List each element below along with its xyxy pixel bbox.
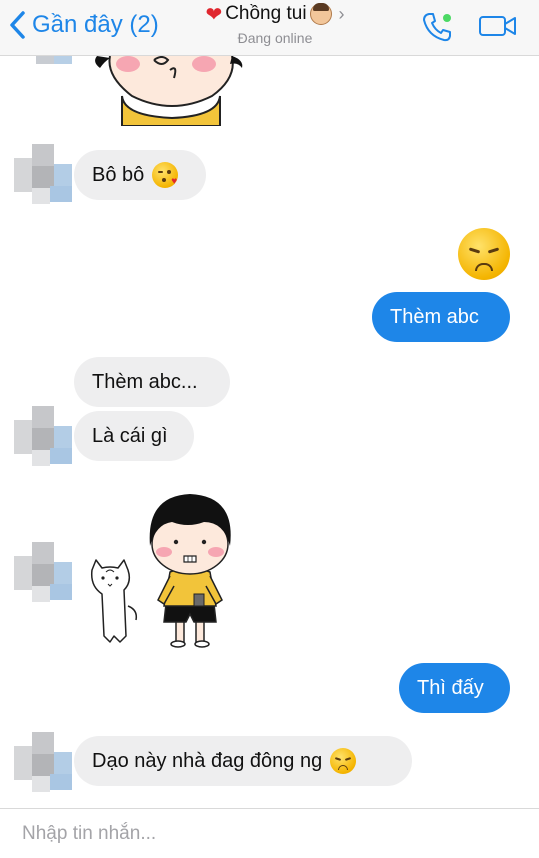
- kiss-emoji-icon: ♥: [152, 162, 179, 188]
- incoming-message[interactable]: Thèm abc...: [74, 357, 230, 407]
- girl-and-cat-sticker[interactable]: [84, 486, 244, 650]
- contact-avatar[interactable]: [14, 732, 72, 794]
- disappointed-emoji-icon: [458, 228, 510, 280]
- chat-header: Gần đây (2) ❤ Chồng tui › Đang online: [0, 0, 539, 56]
- conversation-title-area[interactable]: ❤ Chồng tui › Đang online: [190, 2, 360, 46]
- message-text: Thì đấy: [417, 676, 484, 699]
- back-button[interactable]: Gần đây (2): [8, 8, 159, 42]
- incoming-message[interactable]: Bô bô ♥: [74, 150, 206, 200]
- contact-avatar[interactable]: [14, 542, 72, 604]
- contact-avatar[interactable]: [14, 406, 72, 468]
- contact-face-icon: [309, 3, 332, 25]
- message-composer: Nhập tin nhắn...: [0, 808, 539, 858]
- girl-sticker-partial: [95, 56, 243, 126]
- disappointed-emoji-icon: [330, 748, 357, 774]
- message-text: Bô bô: [92, 163, 145, 186]
- video-call-icon[interactable]: [478, 12, 518, 40]
- online-status: Đang online: [237, 30, 313, 46]
- chevron-left-icon: [10, 11, 25, 39]
- chevron-right-icon: ›: [338, 3, 345, 24]
- message-text: Dạo này nhà đag đông ng: [92, 749, 323, 772]
- conversation-title: Chồng tui: [225, 3, 307, 24]
- message-text: Thèm abc...: [92, 370, 198, 393]
- incoming-message[interactable]: Là cái gì: [74, 411, 194, 461]
- back-label: Gần đây (2): [32, 11, 159, 38]
- message-input[interactable]: Nhập tin nhắn...: [22, 823, 156, 845]
- message-text: Là cái gì: [92, 424, 168, 447]
- outgoing-message[interactable]: Thèm abc: [372, 292, 510, 342]
- contact-avatar[interactable]: [14, 144, 72, 206]
- incoming-message[interactable]: Dạo này nhà đag đông ng: [74, 736, 412, 786]
- heart-icon: ❤: [205, 3, 223, 26]
- message-text: Thèm abc: [390, 305, 479, 328]
- outgoing-message[interactable]: Thì đấy: [399, 663, 510, 713]
- phone-call-icon[interactable]: [420, 10, 454, 44]
